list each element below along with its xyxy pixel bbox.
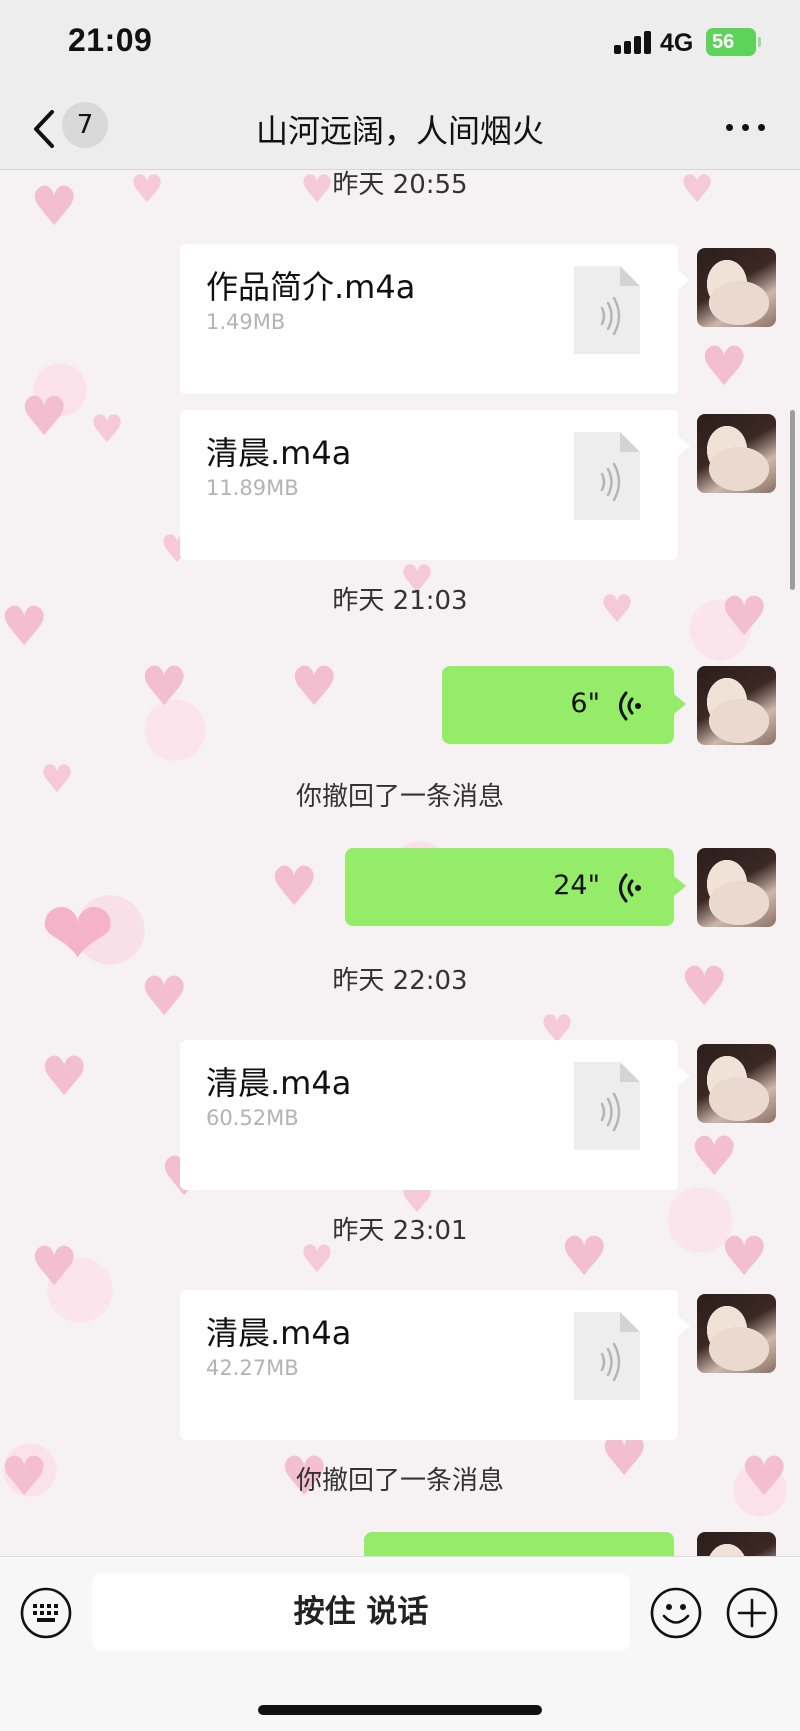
battery-icon: 56 bbox=[706, 28, 761, 56]
audio-file-icon bbox=[574, 1312, 640, 1400]
heart-decoration-icon: ♥ bbox=[700, 335, 749, 398]
heart-decoration-icon: ♥ bbox=[290, 655, 339, 718]
chat-title: 山河远阔，人间烟火 bbox=[255, 112, 544, 150]
file-message[interactable]: 清晨.m4a 60.52MB bbox=[180, 1040, 678, 1190]
bubble-tail bbox=[678, 1066, 690, 1086]
voice-duration: 6" bbox=[570, 688, 600, 719]
heart-decoration-icon: ♥ bbox=[40, 1045, 89, 1108]
voice-message[interactable]: 24" bbox=[345, 848, 686, 926]
recall-notice: 你撤回了一条消息 bbox=[295, 782, 504, 812]
bubble-tail bbox=[678, 270, 690, 290]
voice-wave-icon bbox=[619, 873, 641, 903]
more-icon[interactable] bbox=[726, 124, 766, 134]
file-name: 清晨.m4a bbox=[206, 1064, 352, 1102]
nav-bar: 7 山河远阔，人间烟火 bbox=[0, 88, 800, 170]
heart-decoration-icon: ♥ bbox=[140, 655, 189, 718]
heart-decoration-icon: ♥ bbox=[270, 855, 319, 918]
recall-notice: 你撤回了一条消息 bbox=[295, 1466, 504, 1496]
file-message[interactable]: 作品简介.m4a 1.49MB bbox=[180, 244, 678, 394]
audio-file-icon bbox=[574, 432, 640, 520]
status-time: 21:09 bbox=[68, 22, 153, 58]
heart-decoration-icon: ♥ bbox=[690, 1125, 739, 1188]
avatar[interactable] bbox=[697, 1532, 776, 1556]
avatar[interactable] bbox=[697, 414, 776, 493]
file-name: 清晨.m4a bbox=[206, 434, 352, 472]
plus-icon[interactable] bbox=[726, 1587, 778, 1639]
message-timestamp: 昨天 20:55 bbox=[332, 170, 468, 200]
file-name: 清晨.m4a bbox=[206, 1314, 352, 1352]
battery-level: 56 bbox=[712, 31, 735, 53]
bubble-tail bbox=[678, 436, 690, 456]
file-size: 42.27MB bbox=[206, 1356, 299, 1380]
file-size: 1.49MB bbox=[206, 310, 286, 334]
avatar[interactable] bbox=[697, 848, 776, 927]
audio-file-icon bbox=[574, 1062, 640, 1150]
heart-decoration-icon: ♥ bbox=[20, 385, 69, 448]
avatar[interactable] bbox=[697, 666, 776, 745]
heart-decoration-icon: ♥ bbox=[90, 407, 125, 451]
hold-to-talk-button[interactable]: 按住 说话 bbox=[92, 1573, 630, 1651]
avatar[interactable] bbox=[697, 1294, 776, 1373]
voice-duration: 24" bbox=[553, 870, 600, 901]
voice-message[interactable] bbox=[364, 1532, 674, 1556]
keyboard-icon[interactable] bbox=[20, 1587, 72, 1639]
file-message[interactable]: 清晨.m4a 11.89MB bbox=[180, 410, 678, 560]
voice-wave-icon bbox=[619, 691, 641, 721]
input-bar: 按住 说话 bbox=[0, 1556, 800, 1731]
audio-file-icon bbox=[574, 266, 640, 354]
message-timestamp: 昨天 21:03 bbox=[332, 586, 468, 616]
scroll-indicator[interactable] bbox=[790, 410, 795, 590]
message-timestamp: 昨天 23:01 bbox=[332, 1216, 468, 1246]
file-name: 作品简介.m4a bbox=[206, 268, 416, 306]
message-timestamp: 昨天 22:03 bbox=[332, 966, 468, 996]
avatar[interactable] bbox=[697, 1044, 776, 1123]
network-label: 4G bbox=[660, 29, 694, 57]
file-size: 11.89MB bbox=[206, 476, 299, 500]
home-indicator[interactable] bbox=[258, 1705, 542, 1715]
voice-message[interactable]: 6" bbox=[442, 666, 686, 744]
avatar[interactable] bbox=[697, 248, 776, 327]
signal-icon bbox=[614, 30, 652, 54]
file-size: 60.52MB bbox=[206, 1106, 299, 1130]
file-message[interactable]: 清晨.m4a 42.27MB bbox=[180, 1290, 678, 1440]
chat-area[interactable]: ♥ ♥ ♥ ♥ ♥ ♥ ♥ ♥ ♥ ♥ ♥ ♥ ♥ ♥ ♥ ♥ ❤ ♥ ♥ ♥ … bbox=[0, 170, 800, 1556]
status-bar: 21:09 4G 56 bbox=[0, 0, 800, 88]
heart-decoration-icon: ♥ bbox=[30, 1235, 79, 1298]
bubble-tail bbox=[678, 1316, 690, 1336]
emoji-icon[interactable] bbox=[650, 1587, 702, 1639]
